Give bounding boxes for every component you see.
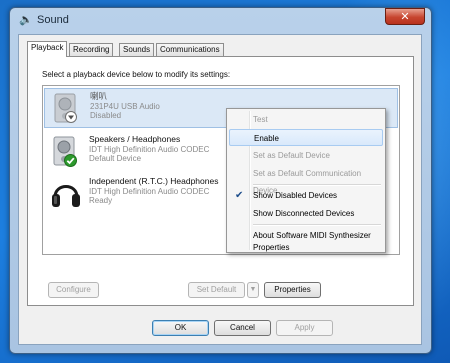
device-name: Independent (R.T.C.) Headphones <box>89 176 219 186</box>
menu-item-label: Show Disconnected Devices <box>253 209 355 218</box>
menu-item-about-midi-synth[interactable]: About Software MIDI Synthesizer <box>229 227 383 244</box>
set-default-dropdown[interactable]: ▼ <box>247 282 259 298</box>
configure-button[interactable]: Configure <box>48 282 99 298</box>
set-default-button[interactable]: Set Default <box>188 282 245 298</box>
ok-button[interactable]: OK <box>152 320 209 336</box>
device-text: Speakers / Headphones IDT High Definitio… <box>89 134 210 164</box>
cancel-button[interactable]: Cancel <box>214 320 271 336</box>
tab-playback[interactable]: Playback <box>27 41 68 57</box>
menu-item-label: Test <box>253 115 268 124</box>
device-status: Default Device <box>89 154 142 163</box>
menu-item-set-default-communication-device[interactable]: Set as Default Communication Device <box>229 165 383 195</box>
menu-item-show-disabled-devices[interactable]: ✔ Show Disabled Devices <box>229 187 383 204</box>
device-status: Ready <box>89 196 113 205</box>
close-button[interactable]: ✕ <box>385 8 425 25</box>
menu-item-label: Show Disabled Devices <box>253 191 338 200</box>
menu-item-properties[interactable]: Properties <box>229 243 383 252</box>
chevron-down-icon: ▼ <box>249 286 257 293</box>
instruction-text: Select a playback device below to modify… <box>42 70 231 79</box>
title-bar[interactable]: 🔈 Sound ✕ <box>10 8 431 32</box>
menu-item-label: Enable <box>254 134 279 143</box>
checkmark-icon: ✔ <box>235 190 244 201</box>
window-title: Sound <box>37 14 69 26</box>
properties-button[interactable]: Properties <box>264 282 321 298</box>
menu-item-set-default-device[interactable]: Set as Default Device <box>229 147 383 164</box>
menu-item-enable[interactable]: Enable <box>229 129 383 146</box>
context-menu: Test Enable Set as Default Device Set as… <box>226 108 386 253</box>
headphones-icon <box>50 177 82 211</box>
device-driver: IDT High Definition Audio CODEC <box>89 186 210 196</box>
device-text: 喇叭 231P4U USB Audio Disabled <box>90 91 160 121</box>
menu-item-label: Set as Default Device <box>253 151 330 160</box>
menu-item-test[interactable]: Test <box>229 111 383 128</box>
menu-item-show-disconnected-devices[interactable]: Show Disconnected Devices <box>229 205 383 222</box>
menu-separator <box>253 224 381 226</box>
device-driver: 231P4U USB Audio <box>90 101 160 111</box>
device-name: Speakers / Headphones <box>89 134 181 144</box>
tab-sounds[interactable]: Sounds <box>119 43 155 56</box>
device-name: 喇叭 <box>90 91 108 101</box>
device-status: Disabled <box>90 111 122 120</box>
default-check-icon <box>64 154 77 167</box>
disabled-arrow-icon <box>65 111 77 123</box>
apply-button[interactable]: Apply <box>276 320 333 336</box>
menu-separator <box>253 184 381 186</box>
menu-item-label: Properties <box>253 243 290 252</box>
device-driver: IDT High Definition Audio CODEC <box>89 144 210 154</box>
tab-communications[interactable]: Communications <box>156 43 224 56</box>
tab-recording[interactable]: Recording <box>69 43 114 56</box>
menu-item-label: About Software MIDI Synthesizer <box>253 231 371 240</box>
speaker-icon: 🔈 <box>19 13 33 26</box>
device-text: Independent (R.T.C.) Headphones IDT High… <box>89 176 219 206</box>
